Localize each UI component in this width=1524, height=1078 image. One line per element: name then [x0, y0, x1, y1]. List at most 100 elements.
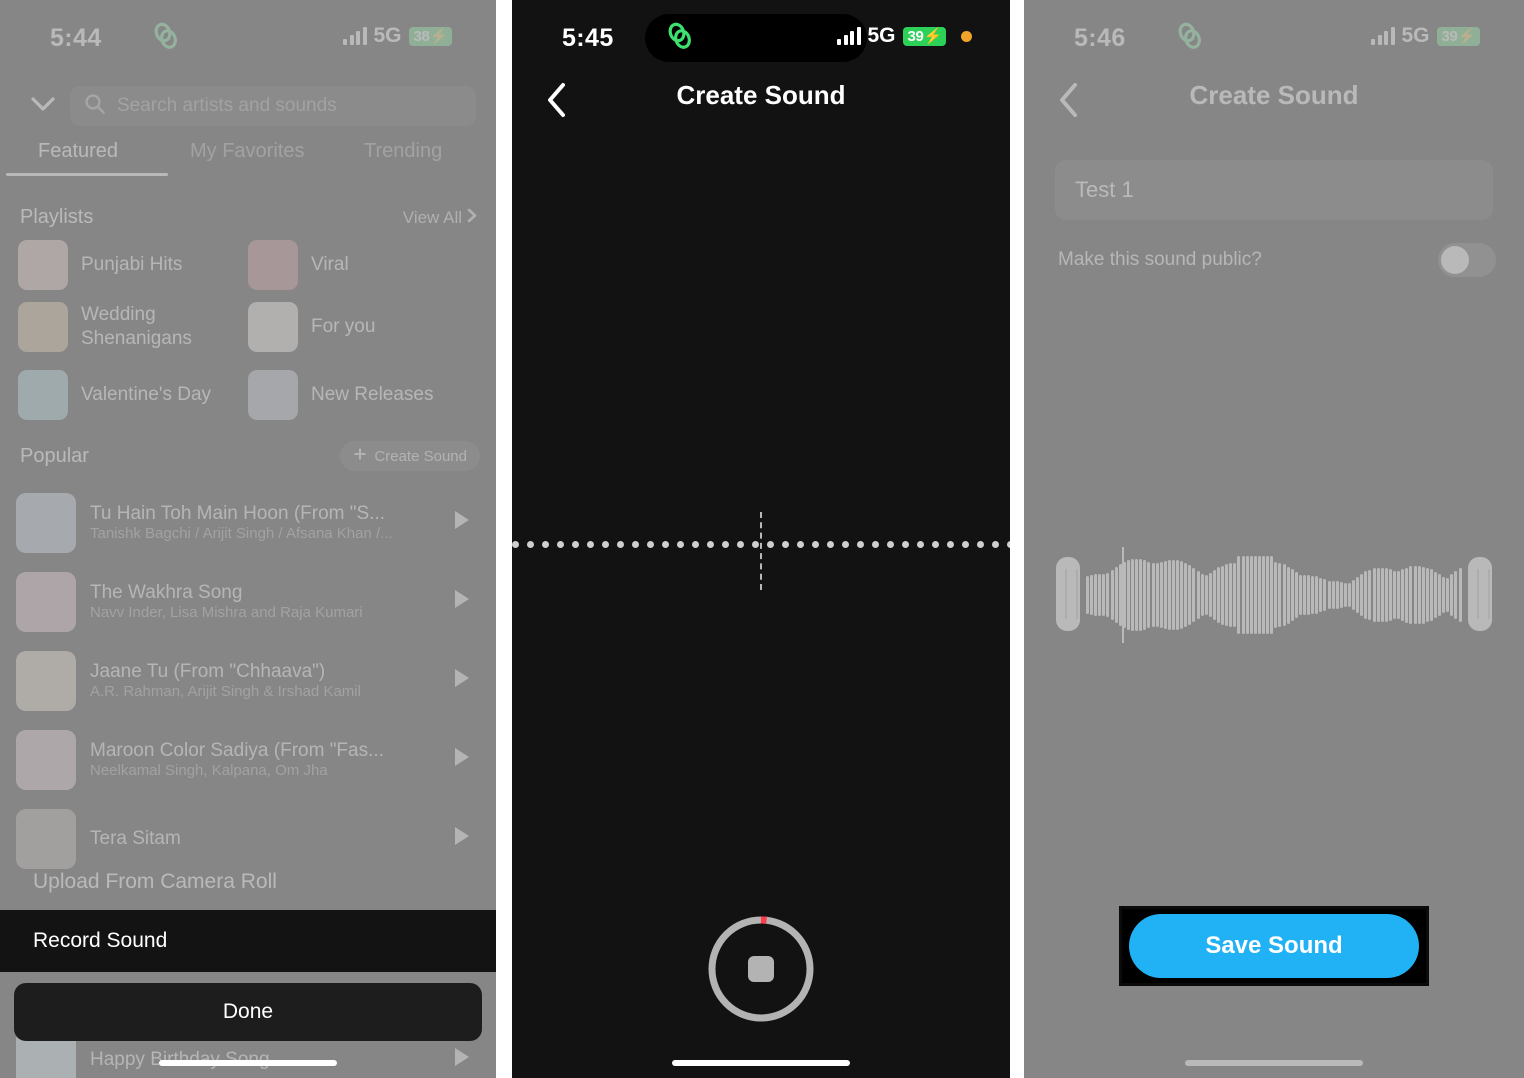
link-icon [149, 21, 183, 56]
playlist-label: New Releases [311, 384, 434, 405]
nav-bar: Create Sound [1024, 74, 1524, 126]
battery-badge: 39 ⚡ [1436, 26, 1480, 46]
playlist-item[interactable]: Valentine's Day [18, 370, 211, 420]
make-public-toggle[interactable] [1438, 243, 1496, 277]
playlist-label: Punjabi Hits [81, 254, 183, 275]
status-time: 5:44 [50, 24, 102, 52]
sheet-item-upload-from-camera-roll[interactable]: Upload From Camera Roll [0, 851, 496, 913]
song-artist: Tanishk Bagchi / Arijit Singh / Afsana K… [90, 524, 393, 542]
charging-bolt-icon: ⚡ [1457, 27, 1477, 45]
playlist-thumbnail [18, 240, 68, 290]
playlist-label: Wedding Shenanigans [81, 304, 192, 349]
recording-indicator-icon [961, 30, 972, 42]
network-label: 5G [373, 24, 402, 47]
album-art [16, 492, 76, 553]
play-icon[interactable] [448, 744, 474, 775]
status-bar: 5:46 5G 39 ⚡ [1024, 0, 1524, 72]
song-row[interactable]: Tu Hain Toh Main Hoon (From "S... Tanish… [0, 483, 496, 562]
screenshot-stage: 5:44 5G 38 ⚡ Search artists and sounds F… [0, 0, 1524, 1078]
play-icon[interactable] [448, 1044, 474, 1075]
playlist-item[interactable]: New Releases [248, 370, 434, 420]
tab-trending[interactable]: Trending [364, 140, 442, 163]
playlist-label: For you [311, 316, 376, 337]
dynamic-island [131, 14, 351, 62]
page-title: Create Sound [1189, 80, 1359, 110]
signal-bars-icon [343, 27, 367, 45]
playlist-item[interactable]: Viral [248, 240, 349, 290]
phone-panel-save-sound: 5:46 5G 39 ⚡ Create Sound Test 1 Make th… [1024, 0, 1524, 1078]
toggle-knob [1441, 246, 1469, 274]
tab-active-underline [6, 173, 168, 176]
link-icon [1173, 21, 1207, 56]
song-meta: Tu Hain Toh Main Hoon (From "S... Tanish… [90, 503, 448, 543]
make-public-row: Make this sound public? [1058, 240, 1496, 280]
stop-recording-button[interactable] [705, 913, 817, 1030]
song-title: The Wakhra Song [90, 581, 243, 603]
playlist-thumbnail [18, 370, 68, 420]
battery-badge: 38 ⚡ [408, 26, 452, 46]
trim-handle-left[interactable] [1056, 557, 1080, 631]
battery-level: 38 [413, 27, 430, 45]
playlist-thumbnail [248, 370, 298, 420]
audio-waveform-editor[interactable] [1056, 547, 1492, 643]
song-row[interactable]: Maroon Color Sadiya (From "Fas... Neelka… [0, 720, 496, 799]
song-meta: Jaane Tu (From "Chhaava") A.R. Rahman, A… [90, 661, 448, 701]
link-icon [663, 21, 697, 56]
tab-my-favorites[interactable]: My Favorites [190, 140, 304, 163]
play-icon[interactable] [448, 586, 474, 617]
sheet-item-record-sound[interactable]: Record Sound [0, 910, 496, 972]
playlist-label: Viral [311, 254, 349, 275]
save-sound-button[interactable]: Save Sound [1129, 914, 1419, 978]
song-title: Happy Birthday Song [90, 1048, 270, 1070]
status-bar: 5:44 5G 38 ⚡ [0, 0, 496, 72]
done-label: Done [222, 1000, 274, 1023]
chevron-right-icon [467, 208, 478, 228]
create-sound-button[interactable]: Create Sound [340, 441, 480, 471]
song-meta: The Wakhra Song Navv Inder, Lisa Mishra … [90, 582, 448, 622]
playlist-item[interactable]: For you [248, 302, 375, 352]
done-button[interactable]: Done [14, 983, 482, 1041]
trim-handle-right[interactable] [1468, 557, 1492, 631]
nav-bar: Create Sound [512, 74, 1010, 126]
page-title: Create Sound [676, 80, 846, 110]
tab-bar: Featured My Favorites Trending [0, 140, 496, 182]
song-artist: Navv Inder, Lisa Mishra and Raja Kumari [90, 603, 363, 621]
dynamic-island [1155, 14, 1375, 62]
song-row[interactable]: The Wakhra Song Navv Inder, Lisa Mishra … [0, 562, 496, 641]
play-icon[interactable] [448, 507, 474, 538]
tab-featured[interactable]: Featured [38, 140, 118, 163]
popular-heading: Popular [20, 445, 89, 467]
search-icon [84, 93, 106, 120]
view-all-link[interactable]: View All [403, 208, 478, 228]
network-label: 5G [867, 24, 896, 47]
play-icon[interactable] [448, 823, 474, 854]
song-title: Tu Hain Toh Main Hoon (From "S... [90, 502, 386, 524]
play-icon[interactable] [448, 665, 474, 696]
status-time: 5:46 [1074, 24, 1126, 52]
chevron-down-icon[interactable] [30, 96, 56, 117]
song-title: Jaane Tu (From "Chhaava") [90, 660, 326, 682]
playlist-item[interactable]: Punjabi Hits [18, 240, 182, 290]
album-art [16, 650, 76, 711]
home-indicator [1185, 1060, 1363, 1066]
waveform-playhead[interactable] [1122, 547, 1124, 643]
playhead-indicator [760, 512, 762, 590]
song-title: Tera Sitam [90, 827, 181, 849]
phone-panel-sound-picker: 5:44 5G 38 ⚡ Search artists and sounds F… [0, 0, 496, 1078]
network-label: 5G [1401, 24, 1430, 47]
status-time: 5:45 [562, 24, 614, 52]
playlist-thumbnail [18, 302, 68, 352]
make-public-label: Make this sound public? [1058, 249, 1262, 270]
playlist-item[interactable]: Wedding Shenanigans [18, 302, 241, 352]
search-placeholder: Search artists and sounds [117, 95, 337, 116]
album-art [16, 729, 76, 790]
sound-name-input[interactable]: Test 1 [1055, 160, 1493, 220]
sheet-item-label: Upload From Camera Roll [33, 870, 277, 893]
song-artist: Neelkamal Singh, Kalpana, Om Jha [90, 761, 328, 779]
signal-bars-icon [837, 27, 861, 45]
signal-bars-icon [1371, 27, 1395, 45]
song-row[interactable]: Jaane Tu (From "Chhaava") A.R. Rahman, A… [0, 641, 496, 720]
search-input[interactable]: Search artists and sounds [70, 86, 476, 126]
phone-panel-recorder: 5:45 5G 39 ⚡ Create Sound [512, 0, 1010, 1078]
status-bar: 5:45 5G 39 ⚡ [512, 0, 1010, 72]
